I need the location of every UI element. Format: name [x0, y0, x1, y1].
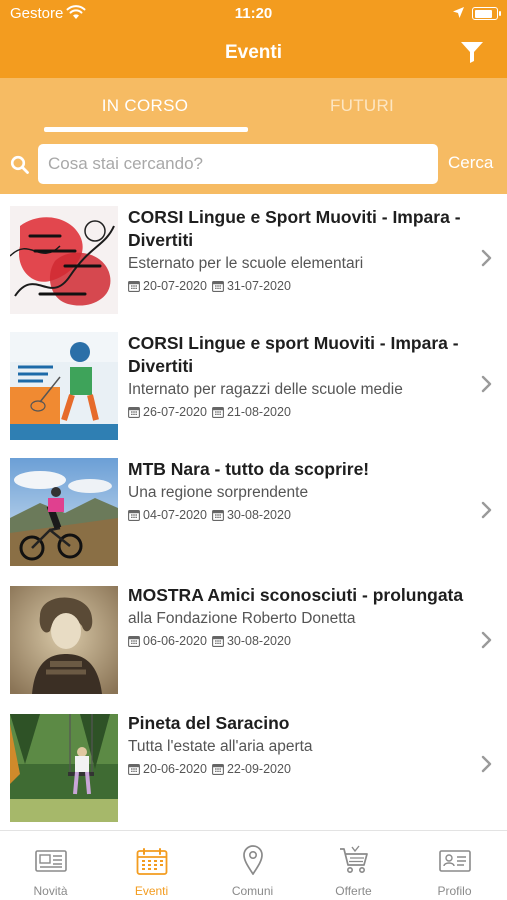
calendar-icon [136, 848, 168, 875]
status-time: 11:20 [234, 5, 273, 22]
location-arrow-icon [452, 6, 465, 24]
event-start-date: 06-06-2020 [143, 634, 207, 648]
calendar-icon [212, 281, 224, 292]
event-end-date: 30-08-2020 [226, 508, 291, 522]
event-dates: 20-06-2020 22-09-2020 [128, 762, 464, 776]
event-item[interactable]: MOSTRA Amici sconosciuti - prolungata al… [0, 572, 507, 698]
event-item[interactable]: CORSI Lingue e Sport Muoviti - Impara - … [0, 194, 507, 320]
event-texts: CORSI Lingue e sport Muoviti - Impara - … [128, 332, 464, 419]
event-list: CORSI Lingue e Sport Muoviti - Impara - … [0, 194, 507, 830]
event-item[interactable]: Pineta del Saracino Tutta l'estate all'a… [0, 700, 507, 826]
nav-bar: Eventi [0, 28, 507, 78]
search-input[interactable] [38, 144, 438, 184]
tab-futuri[interactable]: FUTURI [252, 96, 472, 116]
event-thumbnail [10, 458, 118, 566]
search-icon [10, 155, 30, 175]
tabbar-label: Profilo [437, 884, 472, 898]
tabbar-item-eventi[interactable]: Eventi [101, 831, 202, 900]
event-texts: Pineta del Saracino Tutta l'estate all'a… [128, 712, 464, 776]
calendar-icon [128, 510, 140, 521]
calendar-icon [128, 636, 140, 647]
calendar-icon [128, 764, 140, 775]
bottom-tab-bar: Novità Eventi Comuni Offerte Profilo [0, 830, 507, 900]
chevron-right-icon [481, 755, 492, 773]
tabbar-item-novita[interactable]: Novità [0, 831, 101, 900]
calendar-icon [212, 407, 224, 418]
tabbar-item-comuni[interactable]: Comuni [202, 831, 303, 900]
event-item[interactable]: CORSI Lingue e sport Muoviti - Impara - … [0, 320, 507, 446]
event-dates: 26-07-2020 21-08-2020 [128, 405, 464, 419]
active-tab-indicator [44, 127, 248, 132]
event-title: MTB Nara - tutto da scoprire! [128, 459, 370, 479]
event-end-date: 22-09-2020 [226, 762, 291, 776]
page-title: Eventi [224, 42, 283, 63]
event-dates: 20-07-2020 31-07-2020 [128, 279, 464, 293]
event-start-date: 26-07-2020 [143, 405, 207, 419]
tabbar-item-offerte[interactable]: Offerte [303, 831, 404, 900]
calendar-icon [128, 281, 140, 292]
event-texts: MTB Nara - tutto da scoprire! Una region… [128, 458, 464, 522]
event-start-date: 20-06-2020 [143, 762, 207, 776]
tab-in-corso[interactable]: IN CORSO [35, 96, 255, 116]
tabbar-label: Novità [33, 884, 68, 898]
event-title: Pineta del Saracino [128, 713, 290, 733]
event-title: CORSI Lingue e Sport Muoviti - Impara - … [128, 207, 461, 250]
event-item[interactable]: MTB Nara - tutto da scoprire! Una region… [0, 446, 507, 572]
filter-icon[interactable] [459, 40, 485, 64]
calendar-icon [212, 764, 224, 775]
event-thumbnail [10, 206, 118, 314]
event-end-date: 31-07-2020 [226, 279, 291, 293]
event-subtitle: Tutta l'estate all'aria aperta [128, 738, 313, 755]
calendar-icon [128, 407, 140, 418]
event-end-date: 21-08-2020 [226, 405, 291, 419]
chevron-right-icon [481, 249, 492, 267]
event-subtitle: Internato per ragazzi delle scuole medie [128, 381, 403, 398]
tabbar-label: Offerte [335, 884, 372, 898]
event-thumbnail [10, 586, 118, 694]
status-bar: Gestore 11:20 [0, 0, 507, 28]
tabbar-item-profilo[interactable]: Profilo [404, 831, 505, 900]
tabbar-label: Eventi [134, 884, 169, 898]
battery-icon [472, 7, 501, 20]
map-pin-icon [243, 845, 263, 875]
event-thumbnail [10, 332, 118, 440]
id-card-icon [439, 850, 471, 872]
chevron-right-icon [481, 375, 492, 393]
event-end-date: 30-08-2020 [226, 634, 291, 648]
chevron-right-icon [481, 501, 492, 519]
event-title: CORSI Lingue e sport Muoviti - Impara - … [128, 333, 459, 376]
event-texts: CORSI Lingue e Sport Muoviti - Impara - … [128, 206, 464, 293]
event-thumbnail [10, 714, 118, 822]
calendar-icon [212, 636, 224, 647]
event-subtitle: alla Fondazione Roberto Donetta [128, 610, 356, 627]
event-subtitle: Una regione sorprendente [128, 484, 309, 501]
calendar-icon [212, 510, 224, 521]
event-subtitle: Esternato per le scuole elementari [128, 255, 364, 272]
search-button[interactable]: Cerca [448, 153, 493, 173]
event-dates: 06-06-2020 30-08-2020 [128, 634, 464, 648]
tabbar-label: Comuni [231, 884, 274, 898]
segment-tabs: IN CORSO FUTURI [0, 78, 507, 138]
event-title: MOSTRA Amici sconosciuti - prolungata [128, 585, 464, 605]
battery-level [474, 9, 492, 18]
chevron-right-icon [481, 631, 492, 649]
search-bar: Cerca [0, 138, 507, 194]
shopping-cart-icon [340, 845, 368, 873]
event-texts: MOSTRA Amici sconosciuti - prolungata al… [128, 584, 464, 648]
event-start-date: 20-07-2020 [143, 279, 207, 293]
event-start-date: 04-07-2020 [143, 508, 207, 522]
newspaper-icon [35, 850, 67, 872]
event-dates: 04-07-2020 30-08-2020 [128, 508, 464, 522]
